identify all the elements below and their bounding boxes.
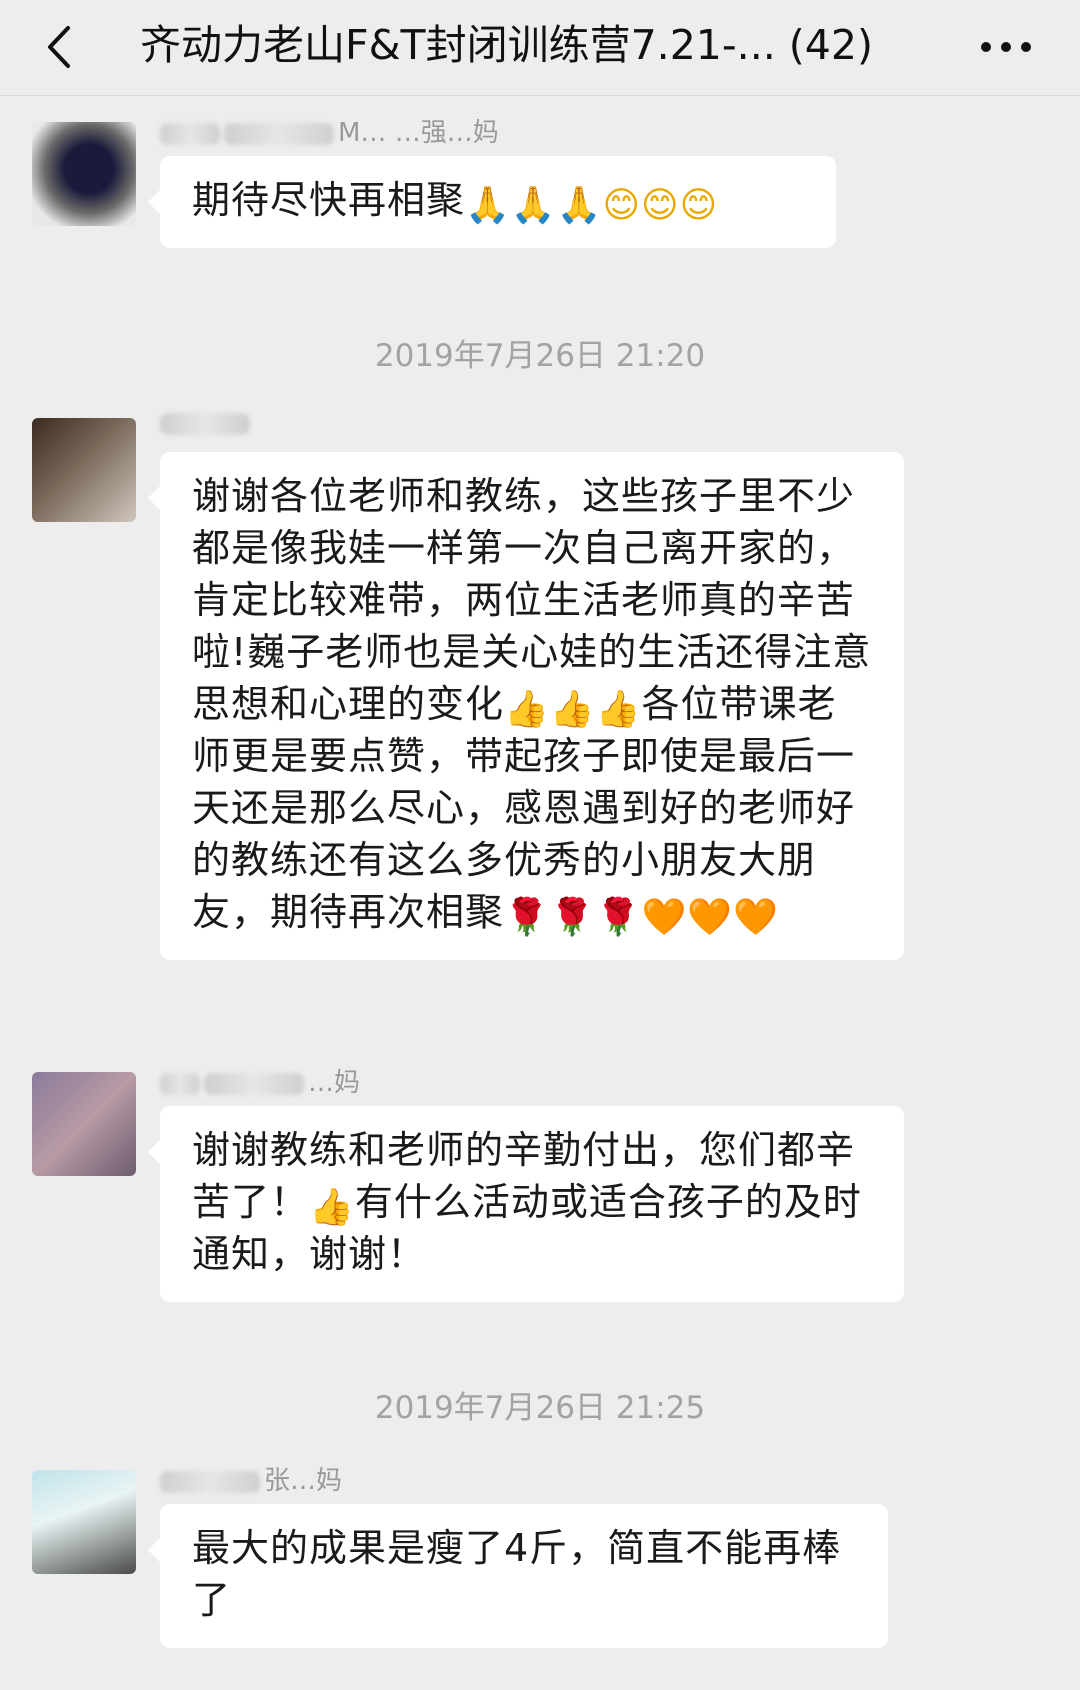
message-bubble[interactable]: 期待尽快再相聚🙏🙏🙏😊😊😊 [148,156,836,248]
avatar[interactable] [32,122,136,226]
more-dots-icon[interactable] [976,22,1036,72]
rose-icon: 🌹 [504,897,550,938]
sender-name [160,408,254,438]
praying-hands-icon: 🙏 [556,185,603,226]
thumbs-up-icon: 👍 [549,689,596,730]
smile-icon: 😊 [641,185,680,226]
heart-icon: 🧡 [687,897,734,938]
thumbs-up-icon: 👍 [504,689,550,730]
smile-icon: 😊 [602,185,642,226]
avatar[interactable] [32,418,136,522]
praying-hands-icon: 🙏 [465,185,511,226]
timestamp: 2019年7月26日 21:25 [374,1390,706,1426]
nav-bar: 齐动力老山F&T封闭训练营7.21-... (42) [0,0,1080,96]
chevron-left-icon[interactable] [36,22,86,72]
sender-name: M… …强…妈 [160,112,499,149]
message-text: 期待尽快再相聚 [192,178,466,222]
avatar[interactable] [32,1470,136,1574]
heart-icon: 🧡 [641,897,688,938]
rose-icon: 🌹 [549,897,596,938]
chat-title: 齐动力老山F&T封闭训练营7.21-... (42) [140,21,873,69]
timestamp: 2019年7月26日 21:20 [374,338,706,374]
message-bubble[interactable]: 谢谢教练和老师的辛勤付出，您们都辛苦了！👍有什么活动或适合孩子的及时通知，谢谢！ [148,1106,904,1302]
thumbs-up-icon: 👍 [309,1187,355,1228]
sender-name: 张…妈 [160,1460,342,1497]
message-bubble[interactable]: 谢谢各位老师和教练，这些孩子里不少都是像我娃一样第一次自己离开家的，肯定比较难带… [148,452,904,960]
sender-name: …妈 [160,1062,360,1099]
message-bubble[interactable]: 最大的成果是瘦了4斤，简直不能再棒了 [148,1504,888,1648]
heart-icon: 🧡 [733,897,779,938]
message-text: 最大的成果是瘦了4斤，简直不能再棒了 [192,1526,842,1622]
avatar[interactable] [32,1072,136,1176]
praying-hands-icon: 🙏 [510,185,557,226]
rose-icon: 🌹 [595,897,642,938]
smile-icon: 😊 [679,185,719,226]
thumbs-up-icon: 👍 [595,689,642,730]
